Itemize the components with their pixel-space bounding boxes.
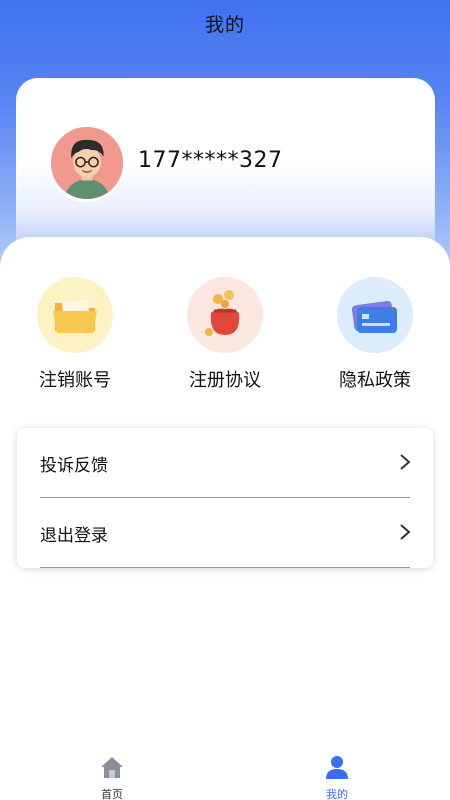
tab-mine[interactable]: 我的: [297, 748, 377, 800]
avatar-icon[interactable]: [48, 124, 126, 202]
chevron-right-icon: [400, 454, 411, 470]
user-icon: [326, 756, 348, 779]
tab-home[interactable]: 首页: [72, 748, 152, 800]
page-title: 我的: [204, 14, 245, 36]
menu-card: 投诉反馈 退出登录: [17, 428, 433, 568]
tab-label-mine: 我的: [326, 788, 348, 800]
quick-label-register-agreement[interactable]: 注册协议: [170, 366, 280, 392]
menu-item-logout[interactable]: 退出登录: [17, 498, 433, 568]
user-phone: 177*****327: [138, 148, 283, 173]
card-icon[interactable]: [337, 277, 413, 353]
quick-label-cancel-account[interactable]: 注销账号: [20, 366, 130, 392]
menu-item-feedback[interactable]: 投诉反馈: [17, 428, 433, 498]
folder-icon[interactable]: [37, 277, 113, 353]
chevron-right-icon: [400, 524, 411, 540]
quick-label-privacy-policy[interactable]: 隐私政策: [320, 366, 430, 392]
home-icon: [101, 757, 123, 778]
money-bag-icon[interactable]: [187, 277, 263, 353]
tab-label-home: 首页: [101, 788, 123, 800]
menu-item-label: 退出登录: [40, 526, 108, 546]
menu-divider: [40, 567, 410, 568]
bottom-tabbar: 首页 我的: [0, 748, 450, 800]
menu-item-label: 投诉反馈: [40, 456, 108, 476]
